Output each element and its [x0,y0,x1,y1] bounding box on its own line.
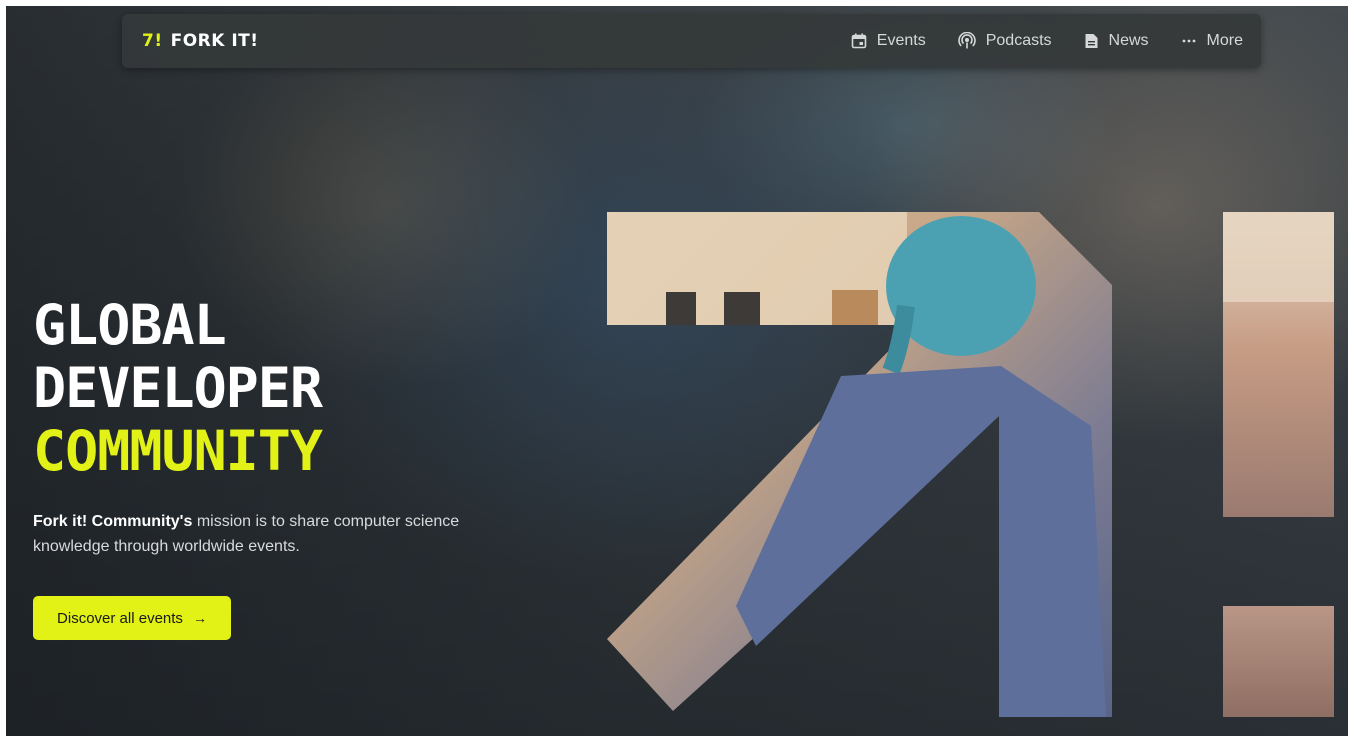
mission-text: Fork it! Community's mission is to share… [33,509,473,559]
brand-logo[interactable]: 7! FORK IT! [142,14,259,68]
calendar-icon [851,33,867,49]
wall-frame [724,292,760,325]
hero-title-line-1: GLOBAL [33,293,227,357]
nav-item-podcasts[interactable]: Podcasts [957,32,1052,50]
podcast-icon [957,32,976,49]
nav-item-label: More [1206,32,1243,49]
nav-item-news[interactable]: News [1084,32,1149,50]
nav-item-more[interactable]: More [1181,32,1243,50]
nav-item-events[interactable]: Events [851,32,926,50]
top-navbar: 7! FORK IT! Events Podcasts News More [122,14,1261,68]
crowd-wall [1223,212,1334,302]
nav-links: Events Podcasts News More [851,14,1243,68]
arrow-right-icon: → [192,610,207,626]
brand-name: FORK IT! [170,31,259,51]
wall-door [832,290,878,325]
news-icon [1085,34,1098,48]
hero-section: 7! FORK IT! Events Podcasts News More GL… [6,6,1348,736]
hero-title-line-3: COMMUNITY [33,419,323,483]
hero-title-line-2: DEVELOPER [33,356,323,420]
brand-mark-icon: 7! [142,31,163,51]
nav-item-label: Podcasts [985,32,1052,49]
mission-strong: Fork it! Community's [33,513,193,530]
wall-frame [666,292,696,325]
ellipsis-icon [1182,39,1195,43]
hero-title: GLOBAL DEVELOPER COMMUNITY [33,293,323,483]
nav-item-label: News [1108,32,1149,49]
cta-label: Discover all events [57,609,183,627]
exclamation-dot [1223,606,1334,717]
discover-events-button[interactable]: Discover all events → [33,596,231,640]
nav-item-label: Events [876,32,926,49]
